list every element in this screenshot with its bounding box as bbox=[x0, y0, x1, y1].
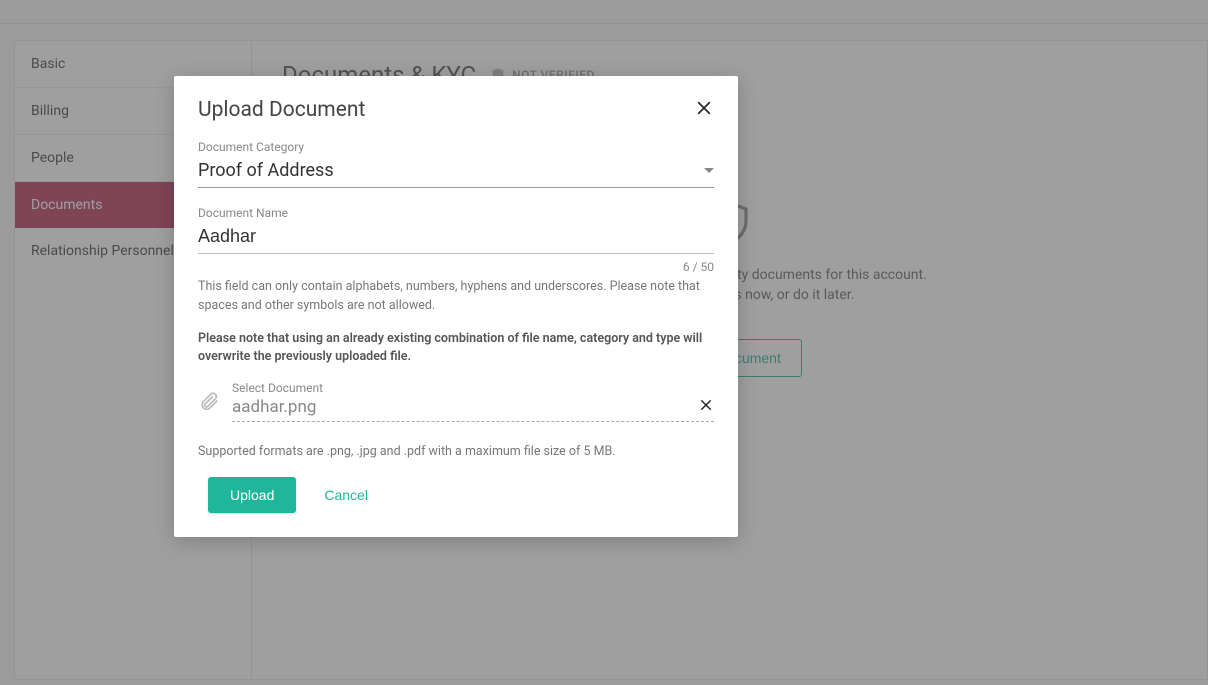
document-name-input[interactable] bbox=[198, 222, 714, 254]
upload-button[interactable]: Upload bbox=[208, 477, 296, 513]
close-button[interactable] bbox=[694, 98, 714, 118]
supported-formats-text: Supported formats are .png, .jpg and .pd… bbox=[198, 444, 714, 459]
document-category-field: Document Category Proof of Address bbox=[198, 140, 714, 188]
overwrite-warning: Please note that using an already existi… bbox=[198, 330, 714, 368]
modal-title: Upload Document bbox=[198, 98, 365, 122]
file-field: Select Document aadhar.png bbox=[232, 381, 714, 422]
file-input[interactable]: aadhar.png bbox=[232, 395, 714, 422]
document-category-label: Document Category bbox=[198, 140, 714, 154]
document-category-select[interactable]: Proof of Address bbox=[198, 156, 714, 188]
modal-header: Upload Document bbox=[198, 98, 714, 122]
modal-actions: Upload Cancel bbox=[198, 477, 714, 513]
chevron-down-icon bbox=[704, 168, 714, 173]
file-picker-row: Select Document aadhar.png bbox=[198, 381, 714, 422]
document-name-field: Document Name 6 / 50 This field can only… bbox=[198, 206, 714, 316]
upload-document-modal: Upload Document Document Category Proof … bbox=[174, 76, 738, 537]
close-icon bbox=[694, 98, 714, 118]
cancel-button[interactable]: Cancel bbox=[324, 487, 368, 503]
clear-file-button[interactable] bbox=[698, 397, 714, 417]
attachment-icon bbox=[198, 388, 220, 416]
document-name-help: This field can only contain alphabets, n… bbox=[198, 278, 714, 316]
char-counter: 6 / 50 bbox=[198, 260, 714, 274]
close-icon bbox=[698, 397, 714, 413]
document-name-label: Document Name bbox=[198, 206, 714, 220]
selected-file-name: aadhar.png bbox=[232, 397, 316, 417]
document-category-value: Proof of Address bbox=[198, 160, 334, 181]
select-document-label: Select Document bbox=[232, 381, 714, 395]
